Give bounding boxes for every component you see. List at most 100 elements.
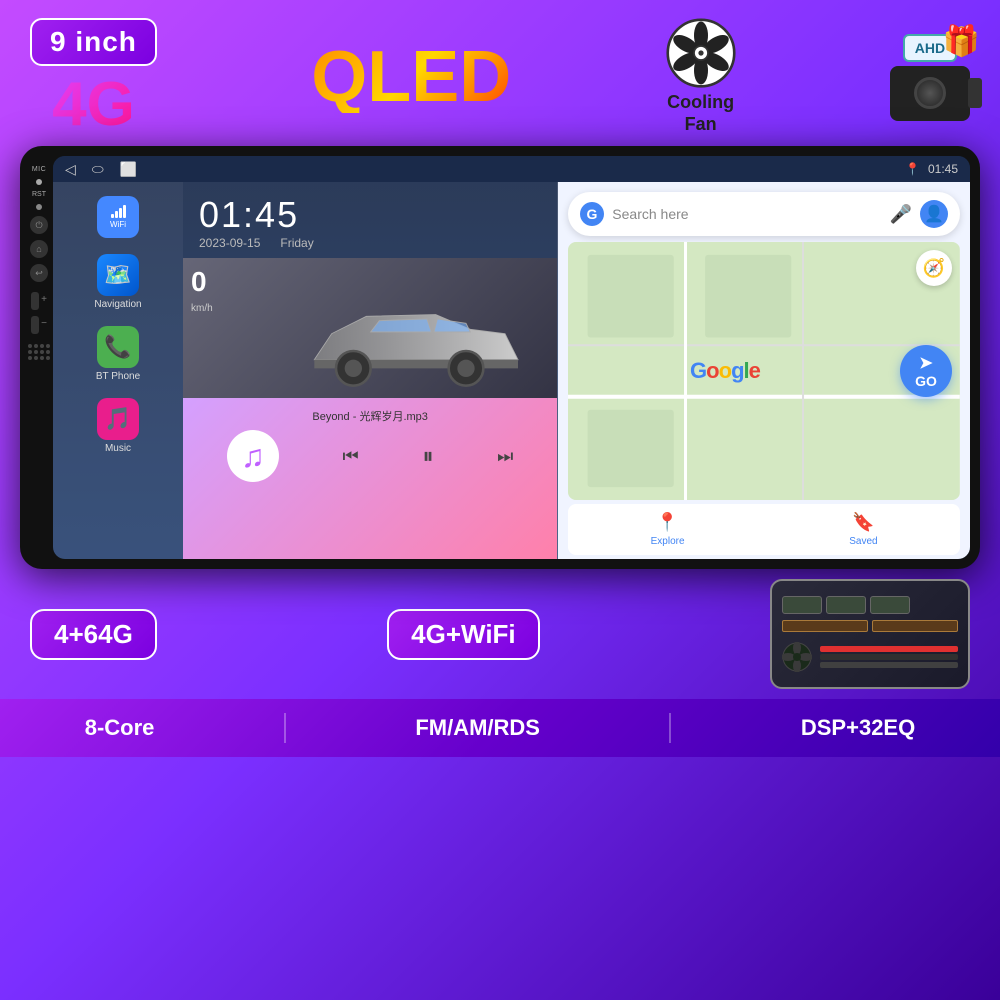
time-block: 01:45 2023-09-15 Friday — [183, 182, 557, 258]
volume-up[interactable]: + — [31, 292, 47, 310]
g6: e — [749, 358, 760, 383]
power-button[interactable]: ⏻ — [30, 216, 48, 234]
dot-grid — [28, 344, 50, 360]
spec-divider-1 — [284, 713, 286, 743]
map-area: Google 🧭 ➤ GO — [568, 242, 960, 500]
core-spec: 8-Core — [85, 715, 155, 741]
nav-buttons: ◁ ⬭ ⬜ — [65, 161, 137, 178]
mic-label: MIC — [32, 166, 46, 173]
music-app-item[interactable]: 🎵 Music — [53, 392, 183, 460]
date-display: 2023-09-15 Friday — [199, 236, 541, 250]
bottom-section: 4+64G 4G+WiFi — [0, 569, 1000, 699]
connectivity-badge: 4G+WiFi — [387, 609, 540, 660]
device-outer: MIC RST ⏻ ⌂ ↩ + − — [20, 146, 980, 569]
cooling-fan-icon — [666, 18, 736, 88]
music-icon: 🎵 — [97, 398, 139, 440]
camera-body — [890, 66, 970, 121]
saved-button[interactable]: 🔖 Saved — [849, 512, 877, 547]
music-controls: ♫ ⏮ ⏸ ⏭ — [195, 430, 545, 482]
home-nav-button[interactable]: ⬭ — [92, 161, 104, 178]
navigation-app-item[interactable]: 🗺️ Navigation — [53, 248, 183, 316]
speed-value: 0 — [191, 266, 207, 297]
status-time: 01:45 — [928, 162, 958, 176]
speed-car-block: 0 km/h — [183, 258, 557, 398]
screen-content: WiFi 🗺️ Navigation 📞 BT Phone 🎵 Music — [53, 182, 970, 559]
back-button[interactable]: ↩ — [30, 264, 48, 282]
google-search-bar[interactable]: G Search here 🎤 👤 — [568, 192, 960, 236]
brand-left: 9 inch 4G — [30, 18, 157, 136]
wifi-text: WiFi — [110, 220, 126, 229]
top-section: 9 inch 4G QLED Cooling Fan 🎁 AHD — [0, 0, 1000, 146]
navigation-label: Navigation — [94, 299, 141, 310]
day-value: Friday — [280, 236, 313, 250]
music-note-icon: ♫ — [227, 430, 279, 482]
explore-label: Explore — [651, 536, 685, 547]
prev-button[interactable]: ⏮ — [343, 446, 359, 467]
go-button[interactable]: ➤ GO — [900, 345, 952, 397]
search-user-icon[interactable]: 👤 — [920, 200, 948, 228]
g1: G — [690, 358, 706, 383]
wifi-app-item[interactable]: WiFi — [53, 190, 183, 244]
pcb-connector-1 — [782, 620, 868, 632]
google-logo: Google — [690, 358, 760, 384]
svg-text:G: G — [587, 206, 598, 222]
side-buttons: MIC RST ⏻ ⌂ ↩ + − — [25, 156, 53, 559]
g3: o — [719, 358, 731, 383]
cooling-fan-section: Cooling Fan — [666, 18, 736, 135]
compass-button[interactable]: 🧭 — [916, 250, 952, 286]
explore-button[interactable]: 📍 Explore — [651, 512, 685, 547]
g4: g — [731, 358, 743, 383]
right-panel: G Search here 🎤 👤 — [558, 182, 970, 559]
saved-label: Saved — [849, 536, 877, 547]
location-icon: 📍 — [905, 162, 920, 176]
radio-spec: FM/AM/RDS — [415, 715, 540, 741]
gift-icon: 🎁 — [943, 24, 980, 59]
pcb-connector-2 — [872, 620, 958, 632]
time-display: 01:45 — [199, 194, 541, 236]
explore-icon: 📍 — [656, 512, 678, 533]
car-image — [183, 258, 557, 398]
screen: ◁ ⬭ ⬜ 📍 01:45 — [53, 156, 970, 559]
date-value: 2023-09-15 — [199, 236, 260, 250]
search-mic-icon[interactable]: 🎤 — [890, 204, 912, 225]
pcb-row-1 — [782, 596, 958, 614]
wifi-bars — [111, 205, 126, 218]
logo-4g: 4G — [52, 74, 135, 136]
middle-panel: 01:45 2023-09-15 Friday — [183, 182, 558, 559]
speed-overlay: 0 km/h — [191, 266, 213, 316]
device-container: MIC RST ⏻ ⌂ ↩ + − — [20, 146, 980, 569]
speed-unit: km/h — [191, 303, 213, 314]
navigation-icon: 🗺️ — [97, 254, 139, 296]
btphone-icon: 📞 — [97, 326, 139, 368]
next-button[interactable]: ⏭ — [497, 446, 513, 467]
btphone-app-item[interactable]: 📞 BT Phone — [53, 320, 183, 388]
rst-label: RST — [32, 191, 46, 198]
memory-badge: 4+64G — [30, 609, 157, 660]
status-right: 📍 01:45 — [905, 162, 958, 176]
google-maps-icon: G — [580, 202, 604, 226]
ahd-camera-section: 🎁 AHD — [890, 34, 970, 121]
map-bottom-bar: 📍 Explore 🔖 Saved — [568, 504, 960, 555]
back-nav-button[interactable]: ◁ — [65, 161, 76, 178]
dsp-spec: DSP+32EQ — [801, 715, 915, 741]
wifi-icon: WiFi — [97, 196, 139, 238]
g2: o — [706, 358, 718, 383]
volume-down[interactable]: − — [31, 316, 47, 334]
status-bar: ◁ ⬭ ⬜ 📍 01:45 — [53, 156, 970, 182]
music-label: Music — [105, 443, 131, 454]
qled-logo: QLED — [311, 41, 511, 113]
pcb-chip-2 — [826, 596, 866, 614]
pcb-fan-icon — [782, 642, 812, 672]
play-pause-button[interactable]: ⏸ — [422, 443, 433, 469]
btphone-label: BT Phone — [96, 371, 140, 382]
go-label: GO — [915, 373, 937, 389]
car-silhouette — [297, 278, 557, 398]
left-panel: WiFi 🗺️ Navigation 📞 BT Phone 🎵 Music — [53, 182, 183, 559]
recent-nav-button[interactable]: ⬜ — [120, 161, 137, 178]
pcb-chip-1 — [782, 596, 822, 614]
pcb-board — [782, 596, 958, 672]
pcb-image — [770, 579, 970, 689]
saved-icon: 🔖 — [852, 512, 874, 533]
home-button[interactable]: ⌂ — [30, 240, 48, 258]
badge-9inch: 9 inch — [30, 18, 157, 66]
